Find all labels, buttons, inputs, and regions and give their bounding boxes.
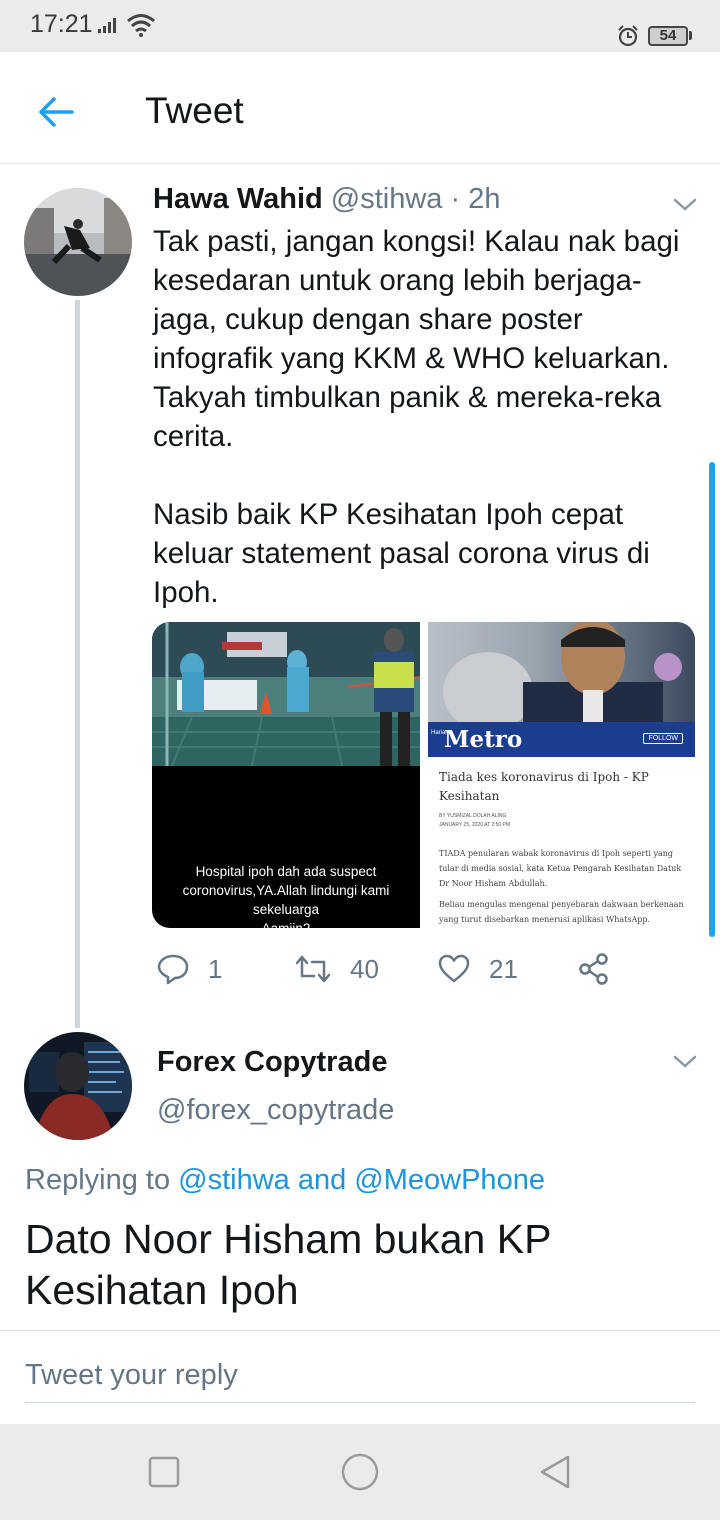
- header: Tweet: [0, 52, 720, 164]
- reply-compose-bar: [0, 1330, 720, 1424]
- reply-icon: [157, 954, 189, 985]
- retweet-action[interactable]: 40: [294, 948, 379, 990]
- tweet-time: 2h: [468, 183, 501, 215]
- mention-link[interactable]: @stihwa: [178, 1164, 290, 1196]
- navigation-bar: [0, 1424, 720, 1520]
- battery-tip: [689, 31, 692, 40]
- thread-line: [75, 300, 80, 1028]
- reply-user-name[interactable]: Forex Copytrade: [157, 1046, 387, 1079]
- status-time: 17:21: [30, 10, 93, 38]
- recents-square-icon[interactable]: [144, 1452, 184, 1492]
- back-triangle-icon[interactable]: [536, 1452, 576, 1492]
- retweet-count: 40: [350, 953, 379, 984]
- media-caption: Hospital ipoh dah ada suspect coronoviru…: [182, 864, 390, 928]
- scrollbar[interactable]: [709, 462, 715, 937]
- hospital-photo: [152, 622, 420, 766]
- status-bar: 17:21 54: [0, 0, 720, 52]
- reply-count: 1: [208, 953, 223, 984]
- article-body: TIADA penularan wabak koronavirus di Ipo…: [439, 849, 682, 888]
- tweet-media[interactable]: Hospital ipoh dah ada suspect coronoviru…: [152, 622, 695, 928]
- meta-separator: ·: [442, 183, 469, 215]
- share-icon: [579, 953, 608, 985]
- alarm-icon: [618, 25, 638, 47]
- replying-prefix: Replying to: [25, 1164, 179, 1196]
- home-circle-icon[interactable]: [338, 1450, 382, 1494]
- media-image-metro-article[interactable]: Harian Metro FOLLOW Tiada kes koronaviru…: [428, 622, 695, 928]
- article-byline: BY YUSMIZAL DOLAH ALING JANUARY 25, 2020…: [439, 813, 511, 828]
- metro-logo: Metro: [444, 726, 523, 753]
- share-action[interactable]: [577, 948, 611, 990]
- signal-icon: [98, 18, 116, 33]
- replying-to: Replying to @stihwa and @MeowPhone: [25, 1164, 545, 1197]
- article-photo: [428, 622, 695, 722]
- user-name[interactable]: Hawa Wahid: [153, 183, 323, 215]
- page-title: Tweet: [145, 90, 244, 131]
- article-title: Tiada kes koronavirus di Ipoh - KP Kesih…: [439, 770, 649, 803]
- metro-banner: Harian Metro FOLLOW: [428, 722, 695, 757]
- chevron-down-icon[interactable]: [670, 195, 700, 215]
- mention-link[interactable]: @MeowPhone: [354, 1164, 545, 1196]
- avatar[interactable]: [24, 1032, 132, 1140]
- chevron-down-icon[interactable]: [670, 1052, 700, 1072]
- wifi-icon: [127, 14, 155, 37]
- like-action[interactable]: 21: [437, 948, 518, 990]
- like-count: 21: [489, 953, 518, 984]
- reply-input[interactable]: [25, 1349, 695, 1403]
- avatar[interactable]: [24, 188, 132, 296]
- heart-icon: [438, 954, 470, 983]
- reply-user-handle[interactable]: @forex_copytrade: [157, 1094, 394, 1127]
- reply-action[interactable]: 1: [156, 948, 222, 990]
- battery-indicator: 54: [648, 26, 688, 46]
- reply-tweet-text: Dato Noor Hisham bukan KP Kesihatan Ipoh: [25, 1216, 551, 1313]
- retweet-icon: [295, 955, 331, 983]
- tweet-text: Tak pasti, jangan kongsi! Kalau nak bagi…: [153, 225, 680, 609]
- user-handle[interactable]: @stihwa: [331, 183, 443, 215]
- article-body-2: Beliau mengulas mengenai penyebaran dakw…: [439, 900, 684, 924]
- replying-and: and: [289, 1164, 355, 1196]
- tweet-header: Hawa Wahid @stihwa · 2h: [153, 183, 500, 216]
- media-image-hospital[interactable]: Hospital ipoh dah ada suspect coronoviru…: [152, 622, 420, 928]
- metro-follow-label: FOLLOW: [643, 733, 683, 744]
- back-arrow-icon[interactable]: [28, 84, 84, 140]
- tweet-actions: 1 40 21: [152, 948, 652, 990]
